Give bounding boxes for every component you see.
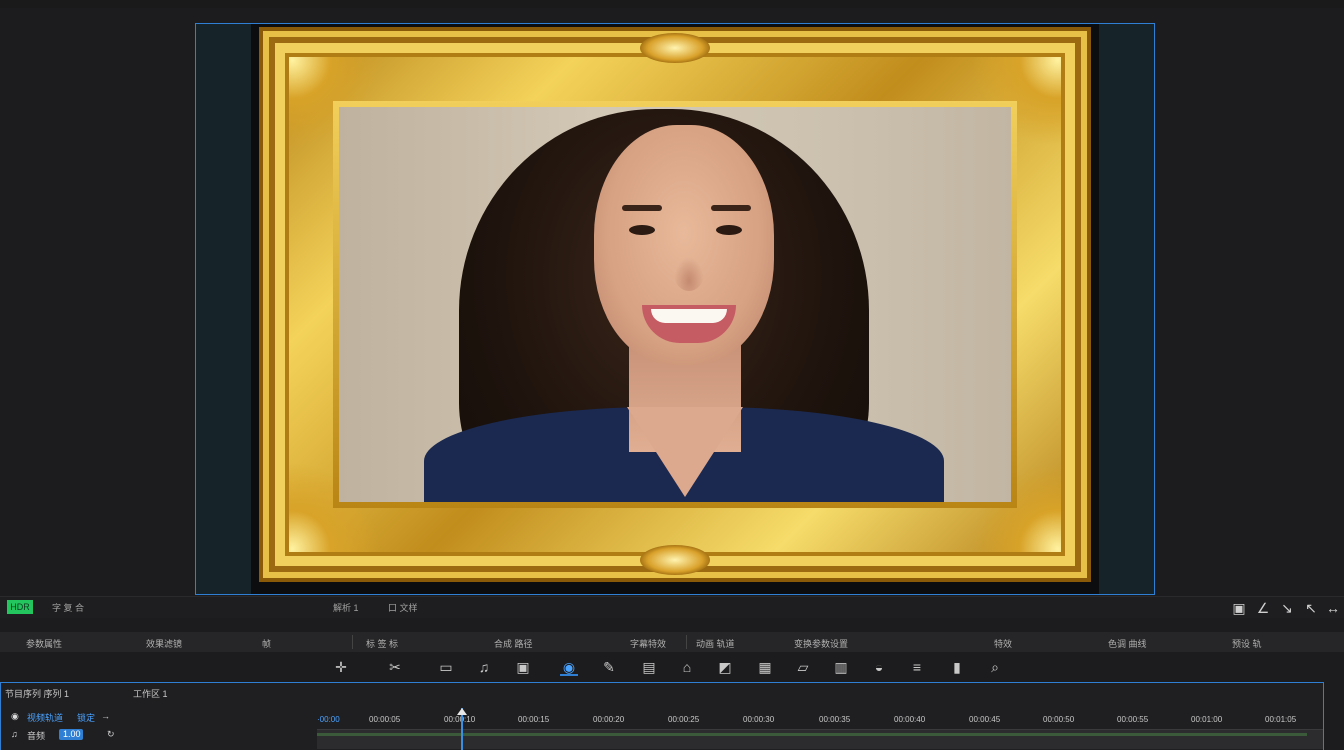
color-tool-icon[interactable]: ◒ — [870, 658, 888, 676]
paint-tool-icon[interactable]: ✎ — [600, 658, 618, 676]
crop-tool-icon[interactable]: ▭ — [437, 658, 455, 676]
tools-bar: ✛ ✂ ▭ ♫ ▣ ◉ ✎ ▤ ⌂ ◩ ▦ ▱ ▥ ◒ ≡ ▮ ⌕ — [0, 652, 1344, 682]
tab-workspace[interactable]: 工作区 1 — [133, 687, 168, 700]
video-track-header: ◉ 视频轨道 锁定 → — [1, 709, 317, 725]
tab-composite[interactable]: 合成 路径 — [494, 637, 533, 650]
portrait-collar — [627, 407, 743, 497]
mask-tool-icon[interactable]: ◩ — [716, 658, 734, 676]
zoom-select[interactable]: 口 文样 — [388, 601, 418, 614]
frame-ornament-bottom — [640, 545, 710, 575]
ruler-tick: 00:01:05 — [1265, 715, 1297, 724]
portrait-left-brow — [622, 205, 662, 211]
export-tool-icon[interactable]: ▮ — [948, 658, 966, 676]
resolution-select[interactable]: 解析 1 — [333, 601, 359, 614]
portrait-photo — [339, 107, 1011, 502]
expand-icon[interactable]: ↔ — [1324, 599, 1342, 617]
audio-track-label[interactable]: 音频 — [27, 729, 45, 742]
hdr-badge[interactable]: HDR — [7, 600, 33, 614]
ruler-tick: 00:00:20 — [593, 715, 625, 724]
menu-bar — [0, 0, 1344, 8]
portrait-teeth — [651, 309, 727, 323]
volume-value: 1.00 — [63, 729, 81, 739]
timeline-track[interactable] — [317, 729, 1323, 749]
playhead-handle[interactable] — [457, 708, 467, 715]
video-track-label[interactable]: 视频轨道 — [27, 711, 63, 724]
ruler-tick: 00:00:25 — [668, 715, 700, 724]
ruler-tick: 00:00:40 — [894, 715, 926, 724]
lock-toggle[interactable]: 锁定 — [77, 711, 95, 724]
tab-frame[interactable]: 帧 — [262, 637, 271, 650]
arrow-up-left-icon[interactable]: ↖ — [1302, 599, 1320, 617]
tab-presets[interactable]: 预设 轨 — [1232, 637, 1262, 650]
tab-color[interactable]: 色调 曲线 — [1108, 637, 1147, 650]
tab-effects[interactable]: 效果滤镜 — [146, 637, 182, 650]
track-speaker-icon[interactable]: ♫ — [11, 729, 18, 739]
ruler-tick: 00:00:05 — [369, 715, 401, 724]
panel-tabs-bar: 参数属性 效果滤镜 帧 标 签 标 合成 路径 字幕特效 动画 轨道 变换参数设… — [0, 632, 1344, 652]
bars-tool-icon[interactable]: ≡ — [908, 658, 926, 676]
razor-tool-icon[interactable]: ✂ — [386, 658, 404, 676]
tab-fx[interactable]: 特效 — [994, 637, 1012, 650]
arrow-down-right-icon[interactable]: ↘ — [1278, 599, 1296, 617]
book-tool-icon[interactable]: ▥ — [832, 658, 850, 676]
monitor-label: 字 复 合 — [52, 603, 85, 613]
portrait-right-eye — [716, 225, 742, 235]
ruler-tick: 00:00:15 — [518, 715, 550, 724]
link-icon[interactable]: ↻ — [107, 729, 115, 740]
time-ruler[interactable]: ·00:00 00:00:05 00:00:10 00:00:15 00:00:… — [317, 713, 1323, 727]
grid-tool-icon[interactable]: ▦ — [756, 658, 774, 676]
ruler-start: ·00:00 — [317, 715, 340, 724]
frame-ornament-top — [640, 33, 710, 63]
effect-tool-icon[interactable]: ◉ — [560, 658, 578, 676]
portrait-left-eye — [629, 225, 655, 235]
ruler-tick: 00:00:45 — [969, 715, 1001, 724]
search-icon[interactable]: ⌕ — [986, 658, 1004, 676]
angle-icon[interactable]: ∠ — [1254, 599, 1272, 617]
move-tool-icon[interactable]: ✛ — [332, 658, 350, 676]
tab-sequence[interactable]: 节目序列 序列 1 — [5, 687, 69, 700]
portrait-right-brow — [711, 205, 751, 211]
audio-track-header: ♫ 音频 1.00 ↻ — [1, 727, 317, 743]
ruler-tick: 00:00:50 — [1043, 715, 1075, 724]
portrait-nose — [674, 257, 704, 291]
ruler-tick: 00:00:55 — [1117, 715, 1149, 724]
audio-tool-icon[interactable]: ♫ — [475, 658, 493, 676]
text-tool-icon[interactable]: ▤ — [640, 658, 658, 676]
ruler-tick: 00:01:00 — [1191, 715, 1223, 724]
clip-bar[interactable] — [317, 733, 1307, 736]
tab-animation[interactable]: 动画 轨道 — [696, 637, 735, 650]
speech-tool-icon[interactable]: ▱ — [794, 658, 812, 676]
divider — [352, 635, 353, 649]
gold-picture-frame — [259, 27, 1091, 582]
divider — [686, 635, 687, 649]
safe-margin-icon[interactable]: ▣ — [1230, 599, 1248, 617]
track-eye-icon[interactable]: ◉ — [11, 711, 19, 722]
shape-tool-icon[interactable]: ⌂ — [678, 658, 696, 676]
arrow-icon[interactable]: → — [101, 711, 110, 721]
timeline-panel: 节目序列 序列 1 工作区 1 ◉ 视频轨道 锁定 → ♫ 音频 1.00 ↻ … — [0, 682, 1324, 750]
tab-captions[interactable]: 字幕特效 — [630, 637, 666, 650]
monitor-controls: HDR 字 复 合 解析 1 口 文样 ▣ ∠ ↘ ↖ ↔ — [0, 596, 1344, 618]
ruler-tick: 00:00:10 — [444, 715, 476, 724]
ruler-tick: 00:00:30 — [743, 715, 775, 724]
ruler-tick: 00:00:35 — [819, 715, 851, 724]
media-tool-icon[interactable]: ▣ — [514, 658, 532, 676]
tab-properties[interactable]: 参数属性 — [26, 637, 62, 650]
tab-transform[interactable]: 变换参数设置 — [794, 637, 848, 650]
tab-markers[interactable]: 标 签 标 — [366, 637, 398, 650]
